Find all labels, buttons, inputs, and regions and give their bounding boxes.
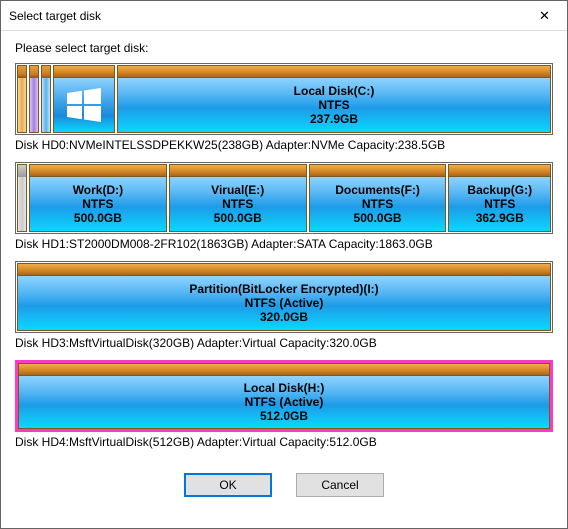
- disk-info: Disk HD0:NVMeINTELSSDPEKKW25(238GB) Adap…: [15, 138, 553, 152]
- partition-size: 500.0GB: [74, 211, 122, 225]
- partition-size: 500.0GB: [214, 211, 262, 225]
- partition-fs: NTFS: [484, 197, 515, 211]
- ok-button-label: OK: [219, 478, 236, 492]
- disk-block: Local Disk(C:)NTFS237.9GB Disk HD0:NVMeIN…: [15, 63, 553, 152]
- partition[interactable]: Partition(BitLocker Encrypted)(I:)NTFS (…: [17, 263, 551, 331]
- button-bar: OK Cancel: [1, 465, 567, 509]
- disk-info: Disk HD3:MsftVirtualDisk(320GB) Adapter:…: [15, 336, 553, 350]
- partition-name: Local Disk(C:): [294, 84, 375, 98]
- close-icon: ✕: [539, 8, 550, 24]
- disk-row[interactable]: Local Disk(C:)NTFS237.9GB: [15, 63, 553, 135]
- partition-name: Partition(BitLocker Encrypted)(I:): [189, 282, 378, 296]
- disk-block: Local Disk(H:)NTFS (Active)512.0GB Disk H…: [15, 360, 553, 449]
- partition-size: 512.0GB: [260, 409, 308, 423]
- windows-logo-partition[interactable]: [53, 65, 115, 133]
- cancel-button[interactable]: Cancel: [296, 473, 384, 497]
- disk-row[interactable]: Work(D:)NTFS500.0GBVirual(E:)NTFS500.0GB…: [15, 162, 553, 234]
- system-strip[interactable]: [17, 164, 27, 232]
- partition-name: Backup(G:): [467, 183, 532, 197]
- partition[interactable]: Local Disk(C:)NTFS237.9GB: [117, 65, 551, 133]
- window-title: Select target disk: [9, 9, 522, 23]
- disk-block: Work(D:)NTFS500.0GBVirual(E:)NTFS500.0GB…: [15, 162, 553, 251]
- partition-name: Documents(F:): [335, 183, 420, 197]
- partition[interactable]: Documents(F:)NTFS500.0GB: [309, 164, 447, 232]
- partition-fs: NTFS: [222, 197, 253, 211]
- disks-container: Local Disk(C:)NTFS237.9GBDisk HD0:NVMeIN…: [15, 63, 553, 449]
- partition-size: 362.9GB: [476, 211, 524, 225]
- cancel-button-label: Cancel: [321, 478, 358, 492]
- prompt-text: Please select target disk:: [15, 41, 553, 55]
- disk-block: Partition(BitLocker Encrypted)(I:)NTFS (…: [15, 261, 553, 350]
- partition-name: Virual(E:): [211, 183, 264, 197]
- partition-size: 320.0GB: [260, 310, 308, 324]
- partition-fs: NTFS (Active): [245, 395, 324, 409]
- system-strip[interactable]: [29, 65, 39, 133]
- system-strip[interactable]: [17, 65, 27, 133]
- windows-icon: [64, 85, 104, 125]
- partition[interactable]: Backup(G:)NTFS362.9GB: [448, 164, 551, 232]
- partition-size: 500.0GB: [354, 211, 402, 225]
- disk-row[interactable]: Local Disk(H:)NTFS (Active)512.0GB: [15, 360, 553, 432]
- partition-fs: NTFS: [362, 197, 393, 211]
- ok-button[interactable]: OK: [184, 473, 272, 497]
- partition-name: Work(D:): [73, 183, 123, 197]
- partition-fs: NTFS: [318, 98, 349, 112]
- disk-info: Disk HD4:MsftVirtualDisk(512GB) Adapter:…: [15, 435, 553, 449]
- system-strip[interactable]: [41, 65, 51, 133]
- dialog-content: Please select target disk: Local Disk(C:…: [1, 31, 567, 465]
- partition[interactable]: Virual(E:)NTFS500.0GB: [169, 164, 307, 232]
- partition[interactable]: Work(D:)NTFS500.0GB: [29, 164, 167, 232]
- partition-name: Local Disk(H:): [244, 381, 325, 395]
- partition-size: 237.9GB: [310, 112, 358, 126]
- disk-row[interactable]: Partition(BitLocker Encrypted)(I:)NTFS (…: [15, 261, 553, 333]
- disk-info: Disk HD1:ST2000DM008-2FR102(1863GB) Adap…: [15, 237, 553, 251]
- close-button[interactable]: ✕: [522, 1, 567, 30]
- partition-fs: NTFS (Active): [245, 296, 324, 310]
- title-bar: Select target disk ✕: [1, 1, 567, 31]
- partition-fs: NTFS: [82, 197, 113, 211]
- partition[interactable]: Local Disk(H:)NTFS (Active)512.0GB: [18, 363, 550, 429]
